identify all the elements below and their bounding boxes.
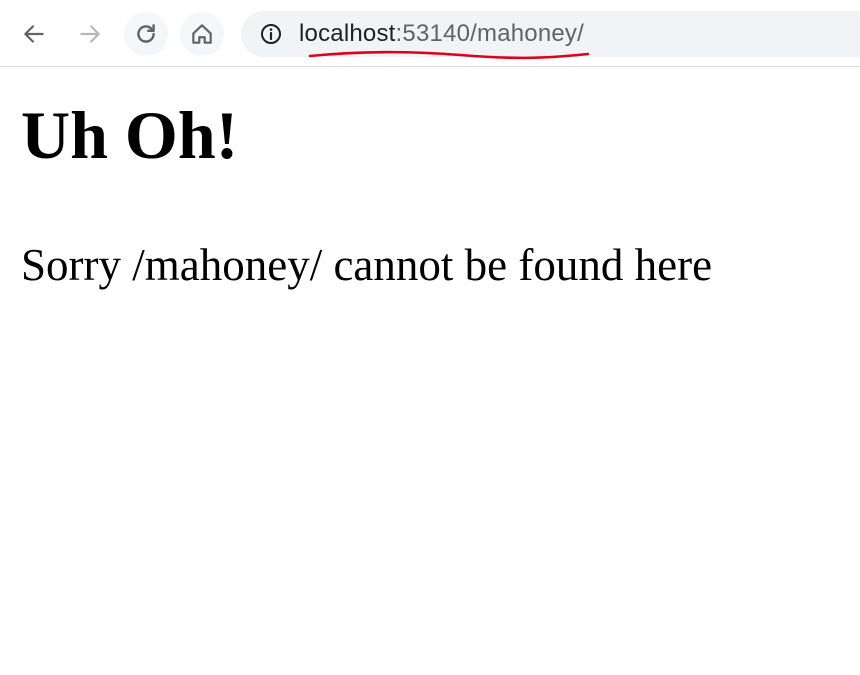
info-icon[interactable] — [259, 22, 283, 46]
arrow-right-icon — [80, 25, 100, 43]
browser-toolbar: localhost:53140/mahoney/ — [0, 0, 860, 67]
url-path: :53140/mahoney/ — [395, 20, 585, 47]
url-host: localhost — [299, 20, 396, 47]
url-text[interactable]: localhost:53140/mahoney/ — [299, 19, 584, 49]
home-icon — [192, 24, 212, 44]
forward-button[interactable] — [68, 12, 112, 56]
back-button[interactable] — [12, 12, 56, 56]
reload-button[interactable] — [124, 12, 168, 56]
home-button[interactable] — [180, 12, 224, 56]
error-message: Sorry /mahoney/ cannot be found here — [21, 240, 713, 290]
reload-icon — [137, 24, 155, 43]
red-underline-annotation — [308, 50, 590, 60]
page-title: Uh Oh! — [21, 97, 239, 173]
arrow-left-icon — [24, 25, 44, 43]
